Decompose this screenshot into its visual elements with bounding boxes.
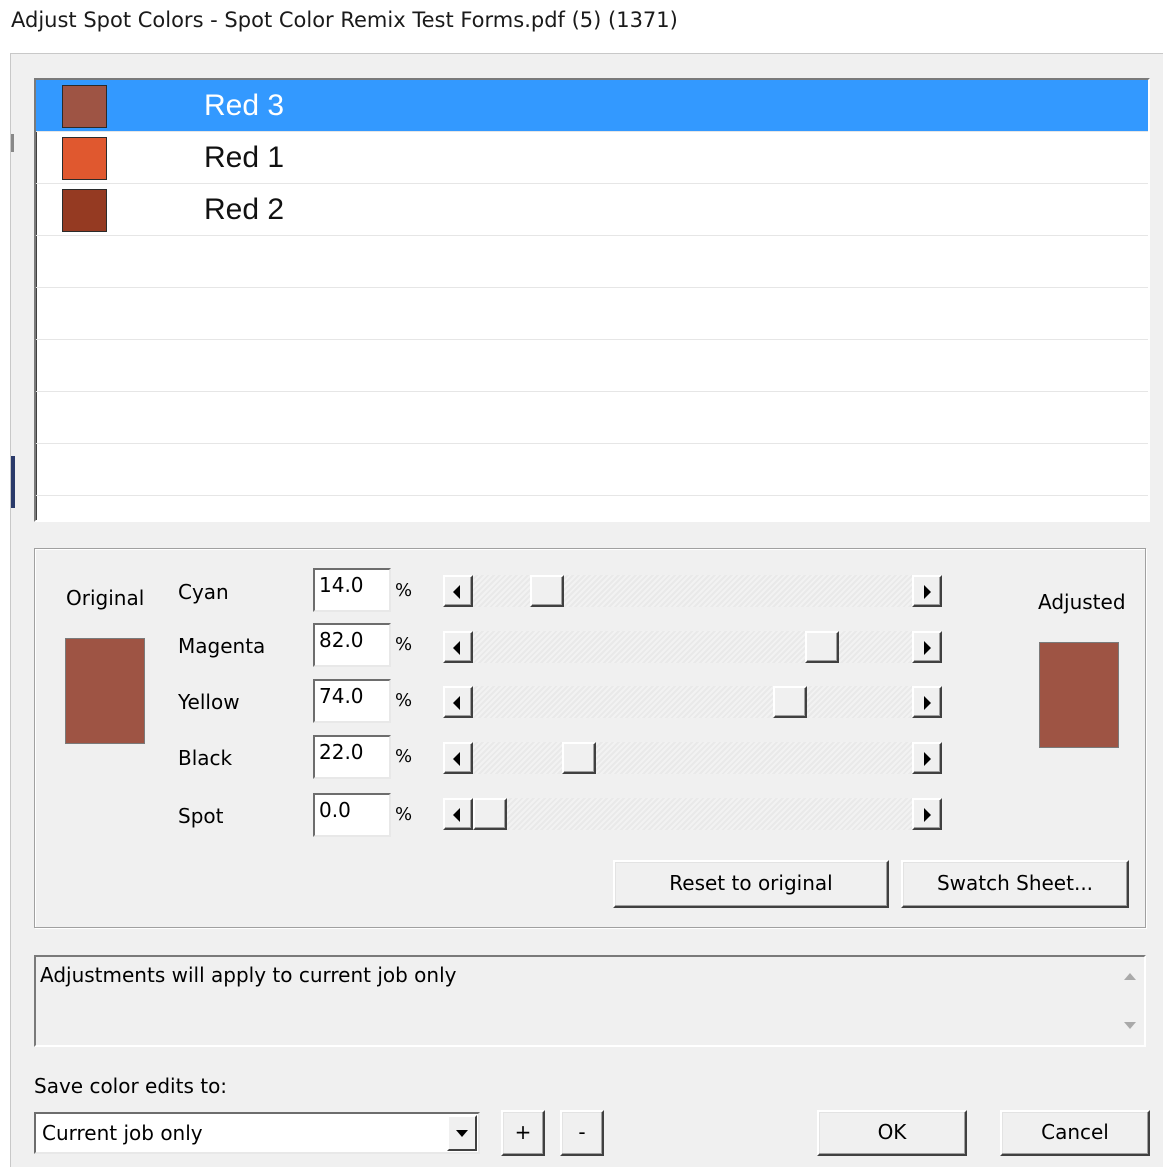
window-edge-mark [11,134,14,152]
original-color-swatch [65,638,145,744]
save-edits-label: Save color edits to: [34,1074,228,1098]
chevron-down-icon [456,1130,468,1137]
arrow-left-icon [453,752,460,766]
spot-color-row[interactable]: Red 3 [36,80,1148,132]
spot-color-row[interactable]: Red 1 [36,132,1148,184]
reset-to-original-button[interactable]: Reset to original [613,860,889,908]
black-label: Black [178,746,233,770]
add-target-button[interactable]: + [501,1110,545,1156]
magenta-label: Magenta [178,634,266,658]
spot-color-name: Red 3 [204,89,285,122]
empty-list-row [36,392,1148,444]
status-message-box: Adjustments will apply to current job on… [34,955,1146,1047]
slider-thumb[interactable] [562,742,597,774]
slider-thumb[interactable] [529,575,564,607]
arrow-right-icon [924,808,931,822]
scroll-right-button[interactable] [912,686,942,718]
scroll-right-button[interactable] [912,798,942,830]
black-input[interactable]: 22.0 [313,735,391,779]
arrow-left-icon [453,696,460,710]
empty-list-row [36,288,1148,340]
spot-color-name: Red 1 [204,141,285,174]
percent-sign: % [395,804,413,825]
spot-label: Spot [178,804,224,828]
magenta-slider[interactable] [443,631,942,663]
percent-sign: % [395,634,413,655]
scroll-right-button[interactable] [912,575,942,607]
dropdown-button[interactable] [447,1115,477,1151]
empty-list-row [36,236,1148,288]
save-target-select[interactable]: Current job only [34,1112,480,1154]
yellow-slider[interactable] [443,686,942,718]
arrow-left-icon [453,585,460,599]
slider-track[interactable] [473,686,912,718]
scroll-left-button[interactable] [443,631,473,663]
empty-list-row [36,496,1148,520]
empty-list-row [36,340,1148,392]
spot-color-list[interactable]: Red 3 Red 1 Red 2 [34,78,1150,522]
window-edge-mark [11,456,15,508]
magenta-input[interactable]: 82.0 [313,623,391,667]
cyan-label: Cyan [178,580,229,604]
swatch-sheet-button[interactable]: Swatch Sheet... [901,860,1129,908]
scroll-up-icon[interactable] [1124,973,1136,980]
arrow-left-icon [453,641,460,655]
title-bar: Adjust Spot Colors - Spot Color Remix Te… [0,0,1163,50]
scroll-left-button[interactable] [443,798,473,830]
arrow-left-icon [453,808,460,822]
scroll-right-button[interactable] [912,631,942,663]
slider-thumb[interactable] [805,631,840,663]
spot-slider[interactable] [443,798,942,830]
slider-track[interactable] [473,742,912,774]
black-slider[interactable] [443,742,942,774]
cyan-slider[interactable] [443,575,942,607]
save-target-value: Current job only [42,1121,203,1145]
arrow-right-icon [924,752,931,766]
scroll-left-button[interactable] [443,686,473,718]
remove-target-button[interactable]: - [560,1110,604,1156]
spot-input[interactable]: 0.0 [313,793,391,837]
adjusted-label: Adjusted [1038,590,1126,614]
scroll-right-button[interactable] [912,742,942,774]
scroll-down-icon[interactable] [1124,1022,1136,1029]
window-title: Adjust Spot Colors - Spot Color Remix Te… [11,8,678,32]
color-swatch [62,189,107,232]
slider-track[interactable] [473,798,912,830]
arrow-right-icon [924,641,931,655]
slider-thumb[interactable] [473,798,507,830]
slider-track[interactable] [473,631,912,663]
empty-list-row [36,444,1148,496]
yellow-input[interactable]: 74.0 [313,679,391,723]
scroll-left-button[interactable] [443,742,473,774]
scroll-left-button[interactable] [443,575,473,607]
arrow-right-icon [924,696,931,710]
yellow-label: Yellow [178,690,240,714]
arrow-right-icon [924,585,931,599]
adjusted-color-swatch [1039,642,1119,748]
cyan-input[interactable]: 14.0 [313,568,391,612]
ok-button[interactable]: OK [817,1110,967,1156]
percent-sign: % [395,690,413,711]
slider-thumb[interactable] [772,686,807,718]
original-label: Original [66,586,145,610]
percent-sign: % [395,580,413,601]
spot-color-row[interactable]: Red 2 [36,184,1148,236]
color-swatch [62,85,107,128]
spot-color-name: Red 2 [204,193,285,226]
status-scrollbar[interactable] [1116,957,1144,1045]
color-swatch [62,137,107,180]
percent-sign: % [395,746,413,767]
cancel-button[interactable]: Cancel [1000,1110,1150,1156]
status-message: Adjustments will apply to current job on… [40,963,457,987]
